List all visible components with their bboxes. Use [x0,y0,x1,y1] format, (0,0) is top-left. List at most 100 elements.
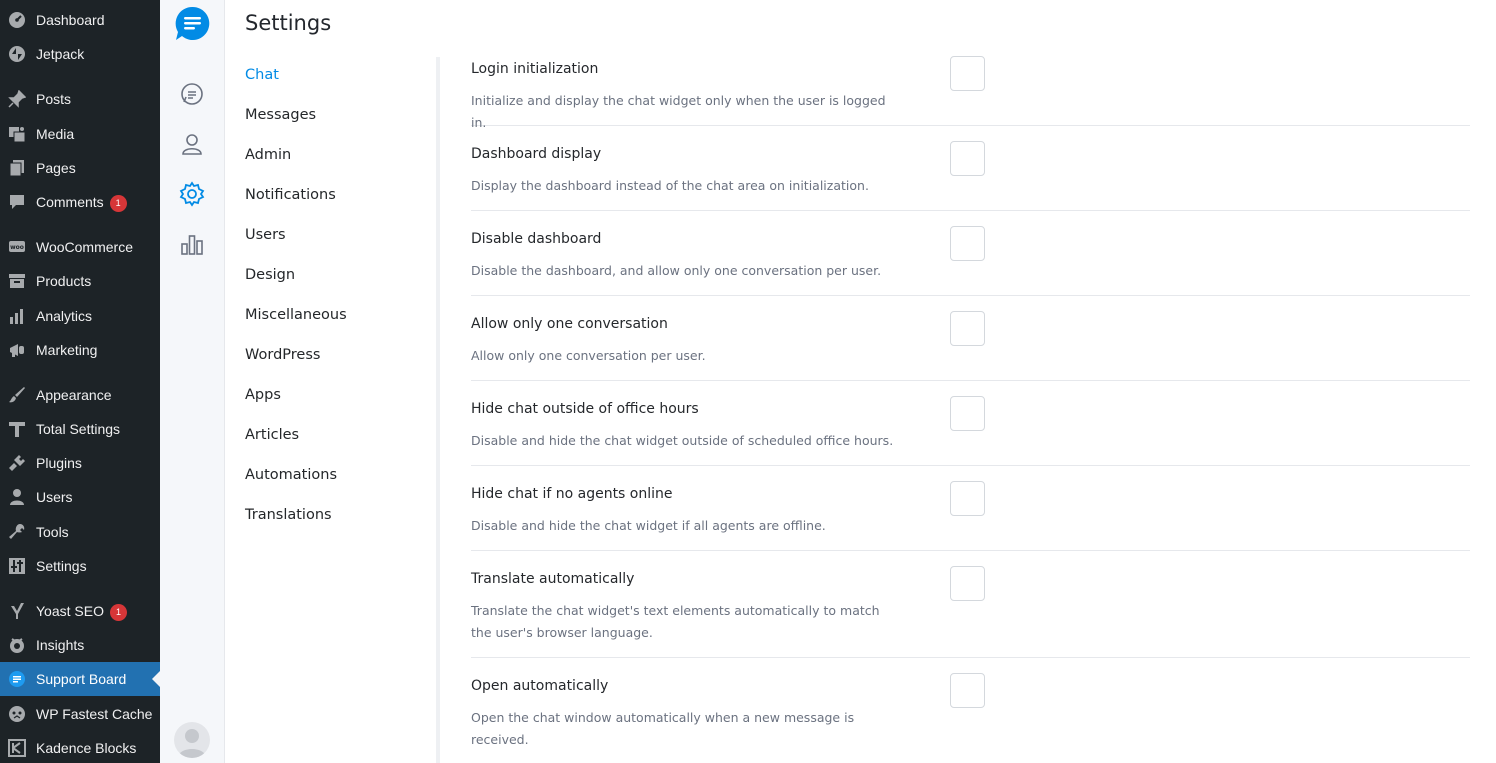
wp-menu-label: Analytics [36,308,93,324]
setting-open-automatically: Open automatically Open the chat window … [471,673,1470,763]
wp-menu-plugins[interactable]: Plugins [0,446,160,480]
comment-icon [8,193,26,211]
wp-menu-label-text: Yoast SEO [36,603,104,619]
dashboard-display-checkbox[interactable] [950,141,985,176]
plug-icon [8,454,26,472]
setting-title: Login initialization [471,61,599,77]
yoast-count-badge: 1 [109,603,127,621]
wp-menu-tools[interactable]: Tools [0,515,160,549]
wp-menu-products[interactable]: Products [0,264,160,298]
kadence-icon [8,739,26,757]
wp-menu-kadence-blocks[interactable]: Kadence Blocks [0,731,160,763]
wp-menu-label: Yoast SEO 1 [36,603,127,621]
wp-menu-jetpack[interactable]: Jetpack [0,37,160,71]
settings-nav-translations[interactable]: Translations [245,507,332,523]
agent-avatar[interactable] [174,722,210,758]
setting-description: Disable the dashboard, and allow only on… [471,263,882,278]
setting-disable-dashboard: Disable dashboard Disable the dashboard,… [471,226,1470,296]
setting-title: Hide chat if no agents online [471,486,673,502]
wp-menu-users[interactable]: Users [0,480,160,514]
settings-nav-apps[interactable]: Apps [245,387,281,403]
wp-menu-posts[interactable]: Posts [0,82,160,116]
settings-nav-admin[interactable]: Admin [245,147,291,163]
user-icon [8,488,26,506]
wp-menu-dashboard[interactable]: Dashboard [0,3,160,37]
reports-icon[interactable] [176,228,208,260]
setting-description: Disable and hide the chat widget if all … [471,518,826,533]
setting-allow-one-conversation: Allow only one conversation Allow only o… [471,311,1470,381]
settings-nav-articles[interactable]: Articles [245,427,299,443]
settings-nav-wordpress[interactable]: WordPress [245,347,320,363]
page-title: Settings [245,11,332,35]
wp-menu-label: Marketing [36,342,98,358]
jetpack-icon [8,45,26,63]
setting-title: Dashboard display [471,146,602,162]
wp-menu-label: Comments 1 [36,194,127,212]
settings-nav-users[interactable]: Users [245,227,286,243]
wp-menu-label: Tools [36,524,69,540]
wp-admin-sidebar: Dashboard Jetpack Posts Media Pages Comm… [0,0,160,763]
yoast-icon [8,602,26,620]
setting-description: Translate the chat widget's text element… [471,603,880,640]
wp-menu-support-board[interactable]: Support Board [0,662,160,696]
wp-menu-settings[interactable]: Settings [0,549,160,583]
dashboard-icon [8,11,26,29]
insights-icon [8,636,26,654]
translate-automatically-checkbox[interactable] [950,566,985,601]
woo-icon: woo [8,238,26,256]
setting-translate-automatically: Translate automatically Translate the ch… [471,566,1470,658]
settings-nav-design[interactable]: Design [245,267,295,283]
setting-title: Allow only one conversation [471,316,668,332]
wp-menu-woocommerce[interactable]: woo WooCommerce [0,230,160,264]
settings-nav-miscellaneous[interactable]: Miscellaneous [245,307,347,323]
wp-menu-wp-fastest-cache[interactable]: WP Fastest Cache [0,697,160,731]
conversations-icon[interactable] [176,78,208,110]
wp-menu-media[interactable]: Media [0,117,160,151]
comments-count-badge: 1 [109,194,127,212]
wp-menu-yoast-seo[interactable]: Yoast SEO 1 [0,594,160,628]
settings-nav-automations[interactable]: Automations [245,467,337,483]
settings-nav-messages[interactable]: Messages [245,107,316,123]
wp-menu-label: Support Board [36,671,127,687]
allow-one-conversation-checkbox[interactable] [950,311,985,346]
wp-menu-label: Settings [36,558,87,574]
setting-hide-no-agents-online: Hide chat if no agents online Disable an… [471,481,1470,551]
settings-nav-notifications[interactable]: Notifications [245,187,336,203]
setting-description: Allow only one conversation per user. [471,348,706,363]
login-initialization-checkbox[interactable] [950,56,985,91]
wp-menu-label: Posts [36,91,72,107]
wp-menu-label: Plugins [36,455,82,471]
total-settings-icon [8,420,26,438]
wp-menu-label: Insights [36,637,85,653]
wp-menu-label: Appearance [36,387,112,403]
wp-menu-insights[interactable]: Insights [0,628,160,662]
wp-menu-label: Products [36,273,92,289]
megaphone-icon [8,341,26,359]
users-icon[interactable] [176,128,208,160]
support-board-logo[interactable] [174,5,211,42]
wp-menu-label: Dashboard [36,12,105,28]
wp-menu-pages[interactable]: Pages [0,151,160,185]
hide-outside-office-hours-checkbox[interactable] [950,396,985,431]
wp-menu-analytics[interactable]: Analytics [0,299,160,333]
svg-text:woo: woo [10,244,24,251]
wp-menu-appearance[interactable]: Appearance [0,378,160,412]
wp-menu-label: Media [36,126,75,142]
settings-nav-chat[interactable]: Chat [245,67,279,83]
support-board-rail [160,0,225,763]
hide-no-agents-online-checkbox[interactable] [950,481,985,516]
wp-menu-comments[interactable]: Comments 1 [0,185,160,219]
wp-menu-total-settings[interactable]: Total Settings [0,412,160,446]
setting-title: Translate automatically [471,571,635,587]
wp-menu-marketing[interactable]: Marketing [0,333,160,367]
setting-description: Open the chat window automatically when … [471,710,855,747]
bar-chart-icon [8,307,26,325]
settings-icon[interactable] [176,178,208,210]
wp-menu-label: Total Settings [36,421,121,437]
disable-dashboard-checkbox[interactable] [950,226,985,261]
open-automatically-checkbox[interactable] [950,673,985,708]
setting-hide-outside-office-hours: Hide chat outside of office hours Disabl… [471,396,1470,466]
cheetah-icon [8,705,26,723]
pages-icon [8,159,26,177]
settings-nav-divider [436,57,440,763]
